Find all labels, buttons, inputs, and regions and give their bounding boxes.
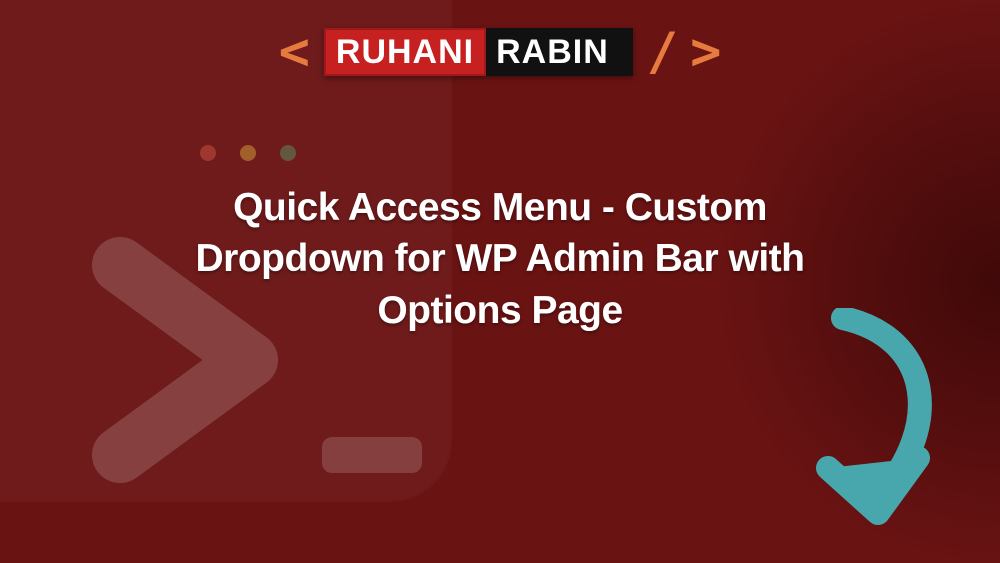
traffic-light-green-icon	[280, 145, 296, 161]
logo-second-word: RABIN	[486, 28, 619, 76]
site-logo: < RUHANI RABIN / >	[0, 26, 1000, 78]
slash-icon: /	[647, 26, 678, 78]
angle-open-icon: <	[279, 26, 310, 78]
traffic-light-yellow-icon	[240, 145, 256, 161]
prompt-underscore-icon	[322, 437, 422, 473]
logo-first-word: RUHANI	[324, 28, 486, 76]
angle-close-glyph: >	[690, 26, 721, 78]
page-title: Quick Access Menu - Custom Dropdown for …	[190, 182, 810, 336]
logo-pill: RUHANI RABIN	[324, 28, 633, 76]
window-traffic-lights	[200, 145, 296, 161]
hero-title-wrap: Quick Access Menu - Custom Dropdown for …	[190, 182, 810, 336]
angle-close-icon: / >	[647, 26, 722, 78]
traffic-light-red-icon	[200, 145, 216, 161]
logo-end-strip	[619, 28, 633, 76]
curved-arrow-icon	[768, 308, 958, 543]
